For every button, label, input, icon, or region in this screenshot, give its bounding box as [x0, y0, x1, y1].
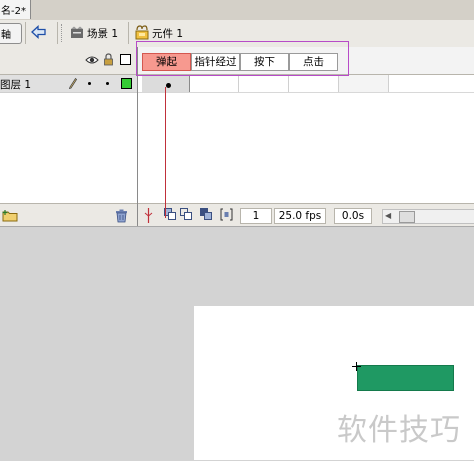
frame-rate-field[interactable]: 25.0 fps: [274, 208, 326, 224]
frame-cell-empty[interactable]: [339, 75, 389, 92]
breadcrumb-scene[interactable]: 场景 1: [70, 26, 125, 42]
timeline-toggle-label: 軸: [1, 30, 11, 41]
keyframe[interactable]: [142, 75, 190, 92]
trash-icon[interactable]: [115, 209, 128, 223]
scroll-left-arrow-icon[interactable]: ◀: [385, 211, 391, 221]
document-tab-title: 名-2*: [1, 6, 26, 17]
button-shape[interactable]: [357, 365, 454, 391]
current-frame-field: 1: [240, 208, 272, 224]
visibility-dot[interactable]: [88, 82, 91, 85]
frame-cell-over[interactable]: [189, 75, 239, 92]
separator: [57, 22, 58, 44]
symbol-label: 元件 1: [152, 28, 184, 40]
layer-color-swatch[interactable]: [121, 78, 132, 89]
lock-dot[interactable]: [106, 82, 109, 85]
onion-skin-outline-icon[interactable]: [180, 208, 193, 221]
separator: [128, 22, 129, 44]
eye-icon[interactable]: [85, 55, 99, 65]
frame-cell-hit[interactable]: [289, 75, 339, 92]
horizontal-scrollbar[interactable]: ◀: [382, 209, 474, 224]
modify-onion-markers-icon[interactable]: [220, 208, 233, 221]
frame-cell-down[interactable]: [239, 75, 289, 92]
scene-icon: [71, 26, 83, 38]
document-tab[interactable]: 名-2*: [0, 0, 31, 19]
elapsed-time-field: 0.0s: [334, 208, 372, 224]
keyframe-dot: [166, 83, 171, 88]
watermark: 软件技巧: [337, 413, 461, 448]
layer-footer: [0, 203, 137, 227]
grip: [61, 24, 66, 42]
frame-row[interactable]: [138, 75, 474, 93]
frame-labels-highlight: [136, 41, 349, 76]
new-folder-icon[interactable]: [2, 209, 18, 222]
scene-label: 场景 1: [87, 28, 119, 40]
registration-point-icon: [352, 362, 361, 371]
symbol-icon: [135, 25, 149, 40]
separator: [25, 22, 26, 44]
center-frame-icon[interactable]: [144, 208, 153, 223]
edit-multiple-frames-icon[interactable]: [200, 208, 213, 221]
breadcrumb-symbol[interactable]: 元件 1: [135, 24, 195, 42]
pencil-icon: [69, 78, 77, 89]
timeline-toggle-button[interactable]: 軸: [0, 23, 22, 44]
back-arrow-icon: [31, 25, 46, 39]
back-button[interactable]: [29, 24, 49, 42]
outline-toggle-icon[interactable]: [120, 54, 131, 65]
layer-header: [0, 47, 137, 75]
layer-name: 图层 1: [0, 79, 32, 91]
document-tab-strip: 名-2*: [0, 0, 474, 21]
layer-row[interactable]: 图层 1: [0, 75, 137, 93]
scrollbar-thumb[interactable]: [399, 211, 415, 223]
timeline-status-bar: 1 25.0 fps 0.0s ◀: [138, 203, 474, 227]
lock-icon[interactable]: [103, 53, 114, 66]
layer-pane: 图层 1: [0, 47, 138, 227]
playhead-line[interactable]: [165, 87, 166, 218]
